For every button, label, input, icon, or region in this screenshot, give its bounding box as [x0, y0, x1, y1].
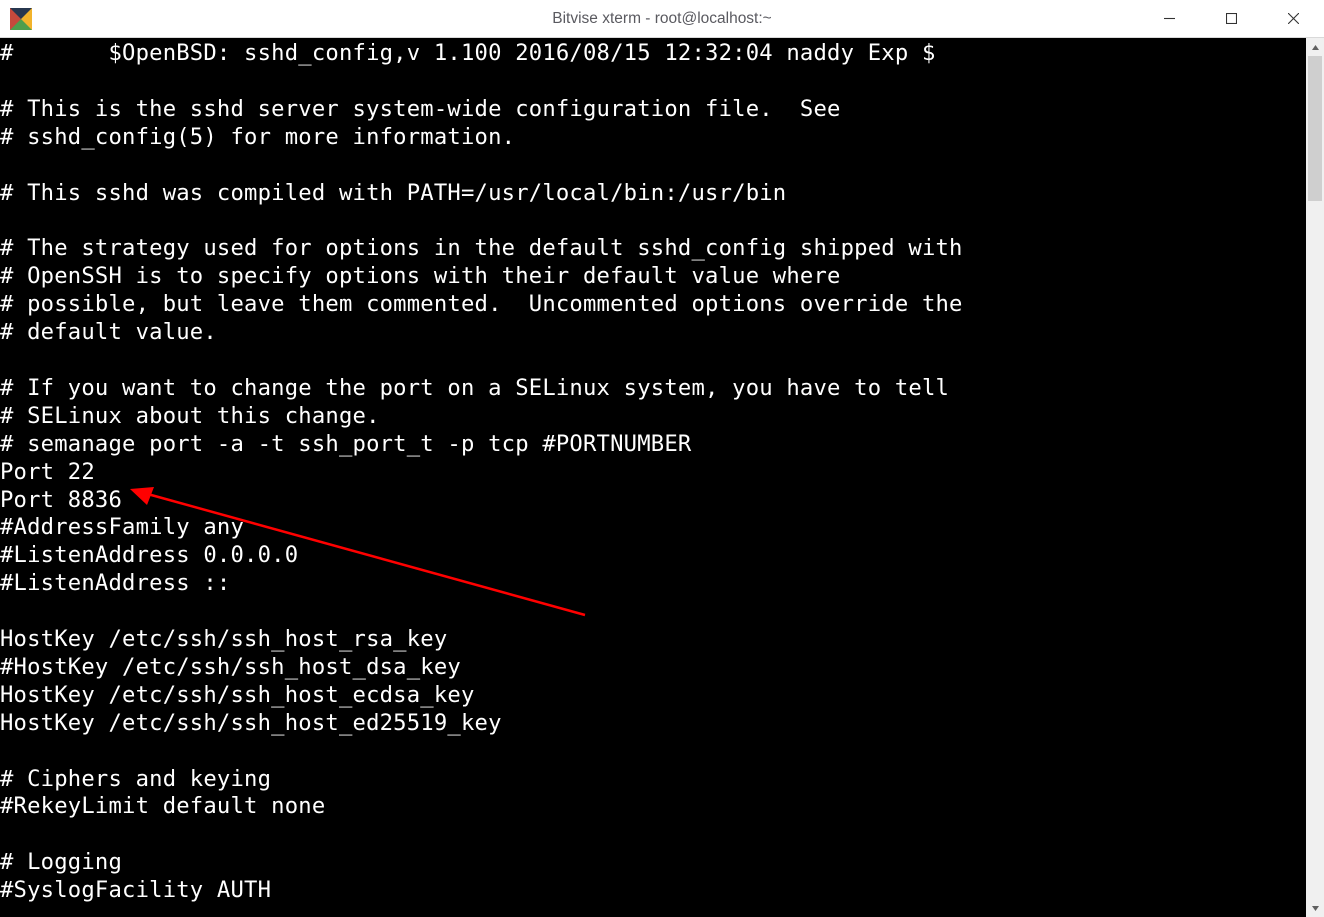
close-button[interactable]	[1262, 0, 1324, 37]
window-title: Bitvise xterm - root@localhost:~	[552, 10, 771, 28]
app-icon	[10, 8, 32, 30]
scroll-track[interactable]	[1306, 56, 1324, 899]
vertical-scrollbar[interactable]	[1306, 38, 1324, 917]
scroll-thumb[interactable]	[1308, 56, 1322, 201]
minimize-button[interactable]	[1138, 0, 1200, 37]
scroll-up-button[interactable]	[1306, 38, 1324, 56]
terminal-output[interactable]: # $OpenBSD: sshd_config,v 1.100 2016/08/…	[0, 38, 1306, 917]
terminal-area: # $OpenBSD: sshd_config,v 1.100 2016/08/…	[0, 38, 1324, 917]
maximize-button[interactable]	[1200, 0, 1262, 37]
scroll-down-button[interactable]	[1306, 899, 1324, 917]
title-bar[interactable]: Bitvise xterm - root@localhost:~	[0, 0, 1324, 38]
window-controls	[1138, 0, 1324, 37]
app-window: Bitvise xterm - root@localhost:~ # $Open…	[0, 0, 1324, 917]
